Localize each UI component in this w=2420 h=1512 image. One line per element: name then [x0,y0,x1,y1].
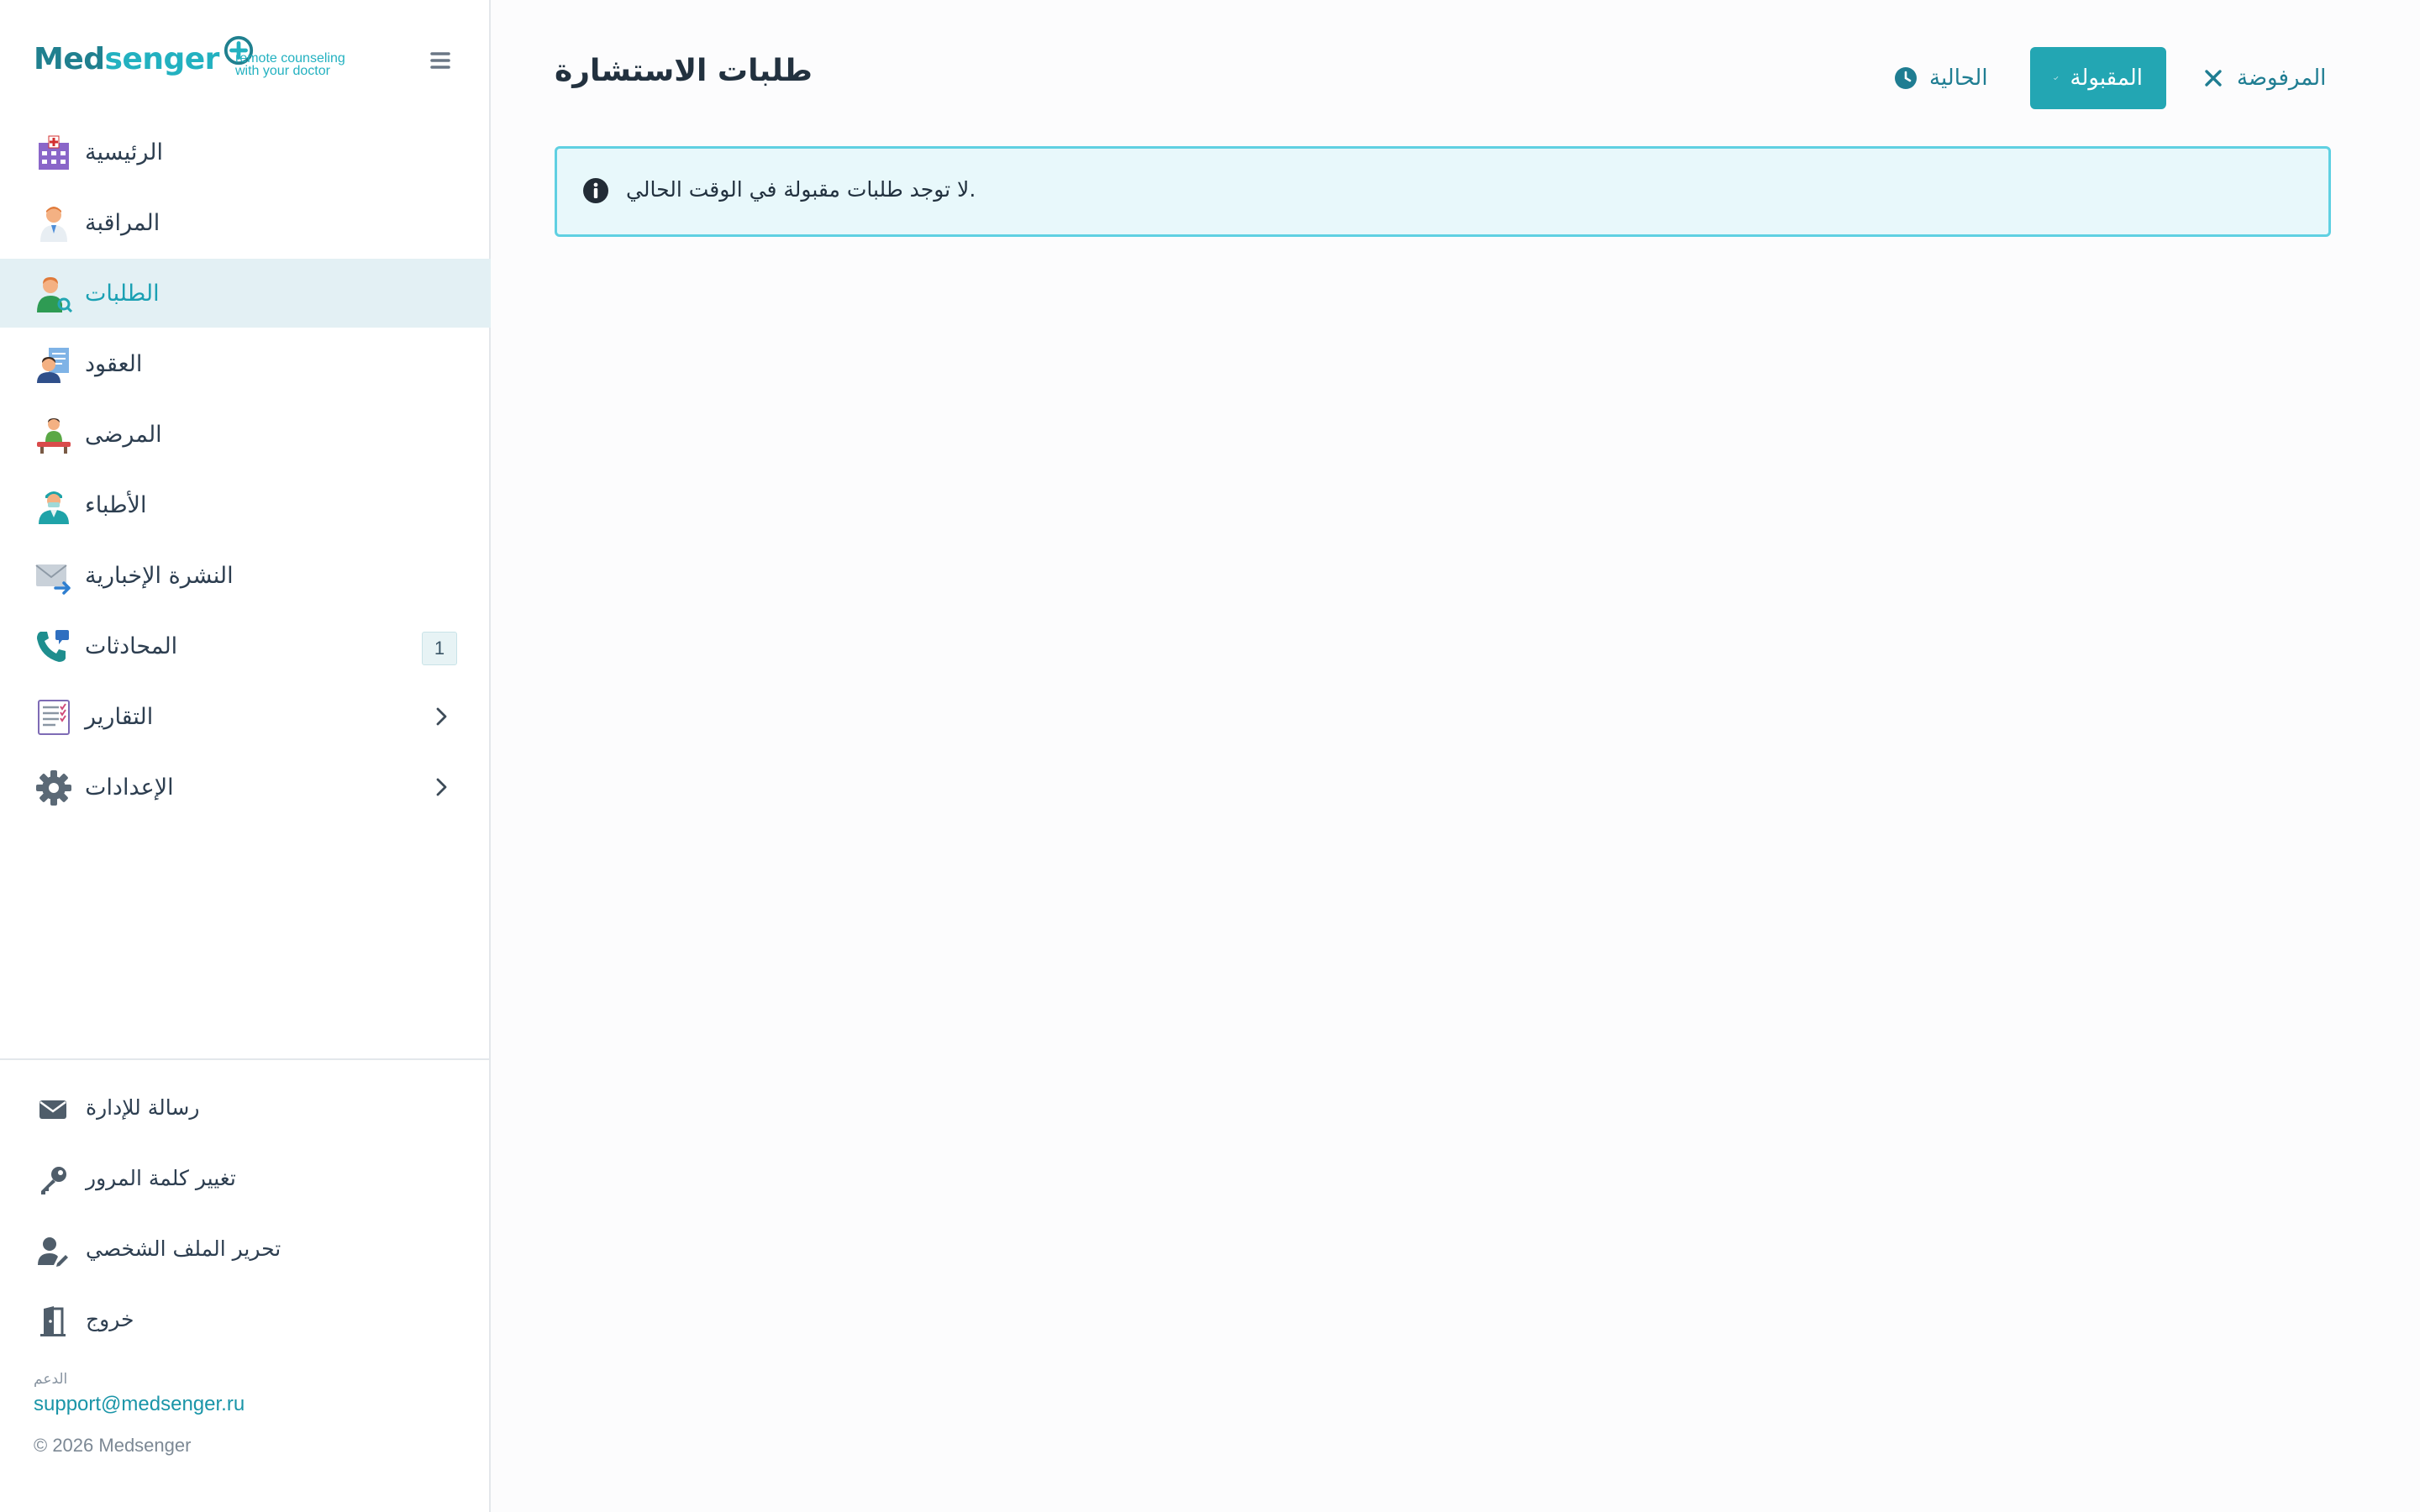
contract-icon [37,348,69,383]
edit-profile-label: تحرير الملف الشخصي [86,1236,281,1261]
clock-icon [1895,67,1917,89]
sidebar-item-newsletter[interactable]: النشرة الإخبارية [0,541,491,610]
sidebar-item-settings[interactable]: الإعدادات [0,753,491,822]
tab-rejected-label: المرفوضة [2237,66,2327,91]
tab-accepted-label: المقبولة [2070,66,2143,91]
sidebar-item-label: النشرة الإخبارية [85,562,234,589]
sidebar-account-links: رسالة للإدارة تغيير كلمة المرور تحرير ال… [0,1075,491,1357]
tab-rejected[interactable]: المرفوضة [2202,47,2326,109]
copyright: © 2026 Medsenger [34,1435,192,1456]
phone-icon [37,630,69,662]
logo-word-senger: senger [104,41,220,76]
sidebar-item-label: الإعدادات [85,774,174,801]
medsenger-logo[interactable]: Med senger [34,34,255,84]
gear-icon [36,770,71,806]
sidebar-item-contracts[interactable]: العقود [0,329,491,398]
logout-label: خروج [86,1307,134,1331]
logo-tagline-line-1: remote counseling [235,51,345,66]
unread-count-badge: 1 [422,632,457,665]
change-password-label: تغيير كلمة المرور [86,1166,236,1190]
check-icon [2054,76,2059,80]
sidebar-item-doctors[interactable]: الأطباء [0,470,491,539]
user-search-icon [37,277,72,312]
user-edit-icon [38,1237,68,1267]
sidebar-item-conversations[interactable]: المحادثات 1 [0,612,491,680]
report-icon [38,700,70,735]
message-admin-link[interactable]: رسالة للإدارة [0,1075,491,1146]
doctor-icon [40,207,67,242]
tab-accepted[interactable]: المقبولة [2030,47,2166,109]
key-icon [41,1167,66,1194]
sidebar-item-home[interactable]: الرئيسية [0,118,491,186]
tab-current[interactable]: الحالية [1894,47,1988,109]
chevron-right-icon[interactable] [430,776,452,798]
logout-link[interactable]: خروج [0,1287,491,1357]
sidebar-item-label: الأطباء [85,491,147,518]
sidebar-item-label: المحادثات [85,633,178,659]
sidebar: Med senger remote counseling with your do… [0,0,491,1512]
chevron-right-icon[interactable] [430,706,452,727]
sidebar-item-monitoring[interactable]: المراقبة [0,188,491,257]
empty-state-alert: لا توجد طلبات مقبولة في الوقت الحالي. [555,146,2331,237]
change-password-link[interactable]: تغيير كلمة المرور [0,1146,491,1216]
sidebar-item-label: العقود [85,350,143,377]
sidebar-item-label: المرضى [85,421,162,448]
door-exit-icon [40,1306,66,1336]
hamburger-menu-icon[interactable] [424,44,457,77]
sidebar-divider [0,1058,491,1060]
tab-current-label: الحالية [1929,66,1988,91]
patient-icon [37,418,71,454]
logo-tagline: remote counseling with your doctor [235,51,345,78]
empty-state-message: لا توجد طلبات مقبولة في الوقت الحالي. [626,177,976,202]
sidebar-item-label: التقارير [85,703,154,730]
logo-tagline-line-2: with your doctor [235,64,330,78]
medic-icon [39,491,69,524]
sidebar-nav: الرئيسية المراقبة الطلبات العقود المرضى … [0,118,491,823]
sidebar-item-requests[interactable]: الطلبات [0,259,491,328]
sidebar-item-patients[interactable]: المرضى [0,400,491,469]
message-admin-label: رسالة للإدارة [86,1095,200,1120]
sidebar-item-reports[interactable]: التقارير [0,682,491,751]
edit-profile-link[interactable]: تحرير الملف الشخصي [0,1216,491,1287]
close-icon [2205,70,2222,87]
sidebar-item-label: المراقبة [85,209,160,236]
support-caption: الدعم [34,1371,68,1388]
info-icon [583,178,608,203]
envelope-send-icon [35,564,71,595]
logo-word-med: Med [34,41,105,76]
sidebar-header: Med senger remote counseling with your do… [34,34,454,84]
page-title: طلبات الاستشارة [555,54,813,88]
support-email-link[interactable]: support@medsenger.ru [34,1393,245,1416]
hospital-icon [39,135,69,170]
sidebar-item-label: الرئيسية [85,139,163,165]
envelope-icon [39,1100,66,1119]
sidebar-item-label: الطلبات [85,280,160,307]
